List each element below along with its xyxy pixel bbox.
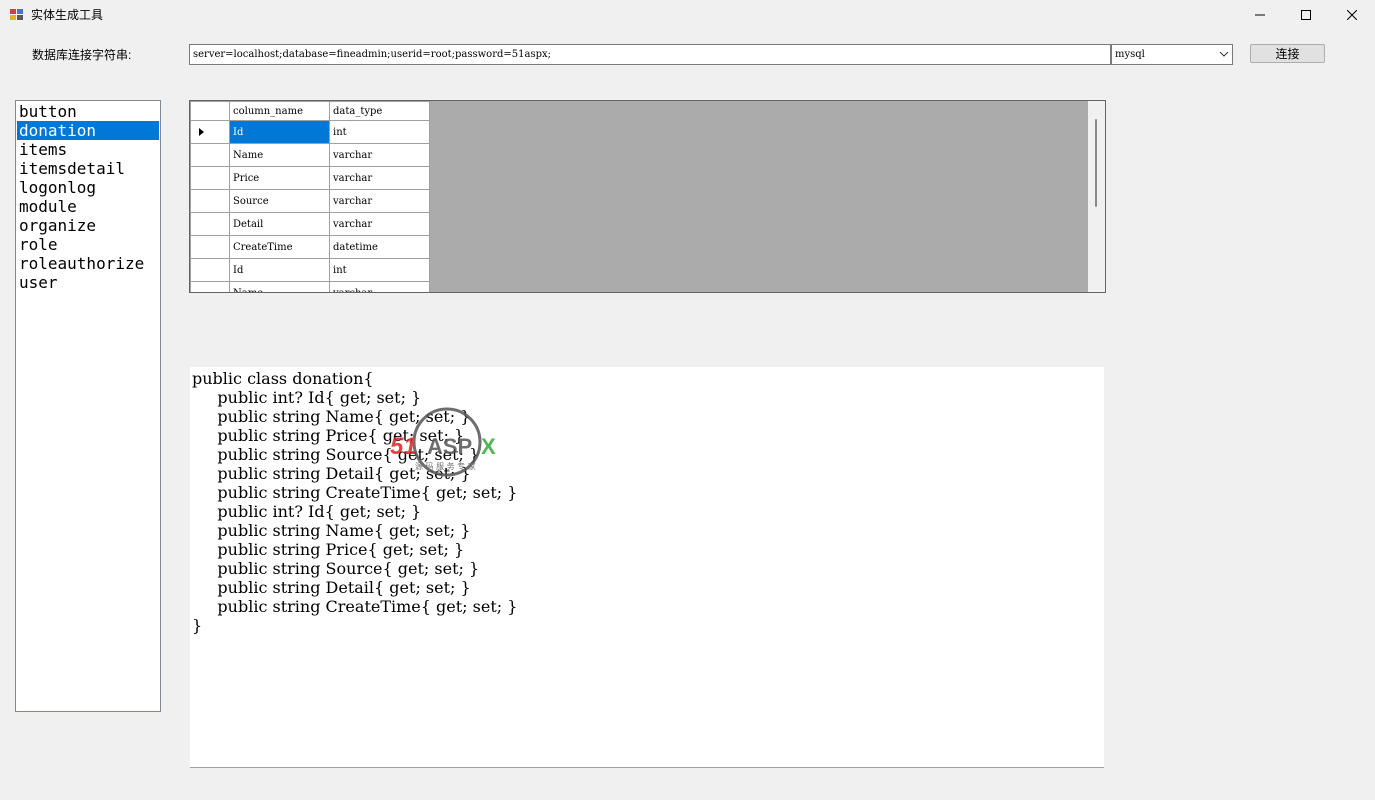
db-type-select[interactable]: mysql: [1111, 44, 1233, 65]
table-row[interactable]: Id int: [190, 258, 430, 282]
cell-data-type[interactable]: varchar: [329, 143, 430, 167]
row-header[interactable]: [190, 212, 230, 236]
cell-data-type[interactable]: int: [329, 258, 430, 282]
cell-column-name[interactable]: CreateTime: [229, 235, 330, 259]
chevron-down-icon: [1219, 51, 1229, 57]
table-row[interactable]: Name varchar: [190, 143, 430, 167]
scrollbar-thumb[interactable]: [1095, 119, 1097, 207]
row-header-corner: [190, 101, 230, 121]
column-header-type[interactable]: data_type: [329, 101, 430, 121]
generated-code[interactable]: public class donation{ public int? Id{ g…: [190, 367, 1104, 635]
table-list-item[interactable]: logonlog: [16, 178, 160, 197]
title-bar[interactable]: 实体生成工具: [0, 0, 1375, 30]
maximize-icon[interactable]: [1283, 0, 1329, 30]
minimize-icon[interactable]: [1237, 0, 1283, 30]
row-header[interactable]: [190, 120, 230, 144]
connection-string-label: 数据库连接字符串:: [32, 48, 132, 62]
cell-data-type[interactable]: int: [329, 120, 430, 144]
grid-scrollbar[interactable]: [1088, 101, 1105, 292]
cell-column-name[interactable]: Id: [229, 258, 330, 282]
table-row[interactable]: CreateTime datetime: [190, 235, 430, 259]
connect-button[interactable]: 连接: [1250, 44, 1325, 63]
table-row[interactable]: Source varchar: [190, 189, 430, 213]
table-list-item[interactable]: donation: [17, 121, 159, 140]
table-list-item[interactable]: user: [16, 273, 160, 292]
row-header[interactable]: [190, 235, 230, 259]
cell-column-name[interactable]: Name: [229, 143, 330, 167]
table-list-item[interactable]: role: [16, 235, 160, 254]
cell-column-name[interactable]: Price: [229, 166, 330, 190]
current-row-arrow-icon: [199, 128, 204, 136]
cell-data-type[interactable]: varchar: [329, 212, 430, 236]
close-icon[interactable]: [1329, 0, 1375, 30]
table-list-item[interactable]: button: [16, 102, 160, 121]
app-icon: [10, 9, 24, 21]
cell-column-name[interactable]: Source: [229, 189, 330, 213]
row-header[interactable]: [190, 281, 230, 292]
row-header[interactable]: [190, 189, 230, 213]
cell-data-type[interactable]: varchar: [329, 166, 430, 190]
column-table: column_name data_type Id int Name varchar Pr…: [190, 101, 430, 292]
cell-column-name[interactable]: Id: [229, 120, 330, 144]
table-list-item[interactable]: organize: [16, 216, 160, 235]
table-list-item[interactable]: roleauthorize: [16, 254, 160, 273]
table-list[interactable]: button donation items itemsdetail logonlog mo…: [15, 100, 161, 712]
row-header[interactable]: [190, 166, 230, 190]
table-row[interactable]: Price varchar: [190, 166, 430, 190]
table-row[interactable]: Name varchar: [190, 281, 430, 292]
table-list-item[interactable]: itemsdetail: [16, 159, 160, 178]
db-type-value: mysql: [1115, 49, 1145, 60]
cell-data-type[interactable]: varchar: [329, 281, 430, 292]
table-row[interactable]: Id int: [190, 120, 430, 144]
column-header-name[interactable]: column_name: [229, 101, 330, 121]
cell-column-name[interactable]: Name: [229, 281, 330, 292]
connection-string-input[interactable]: [189, 44, 1111, 65]
column-grid[interactable]: column_name data_type Id int Name varchar Pr…: [189, 100, 1106, 293]
row-header[interactable]: [190, 258, 230, 282]
cell-column-name[interactable]: Detail: [229, 212, 330, 236]
table-row[interactable]: Detail varchar: [190, 212, 430, 236]
cell-data-type[interactable]: varchar: [329, 189, 430, 213]
row-header[interactable]: [190, 143, 230, 167]
table-list-item[interactable]: items: [16, 140, 160, 159]
cell-data-type[interactable]: datetime: [329, 235, 430, 259]
generated-code-area[interactable]: public class donation{ public int? Id{ g…: [190, 367, 1104, 768]
table-list-item[interactable]: module: [16, 197, 160, 216]
window-title: 实体生成工具: [31, 8, 104, 22]
